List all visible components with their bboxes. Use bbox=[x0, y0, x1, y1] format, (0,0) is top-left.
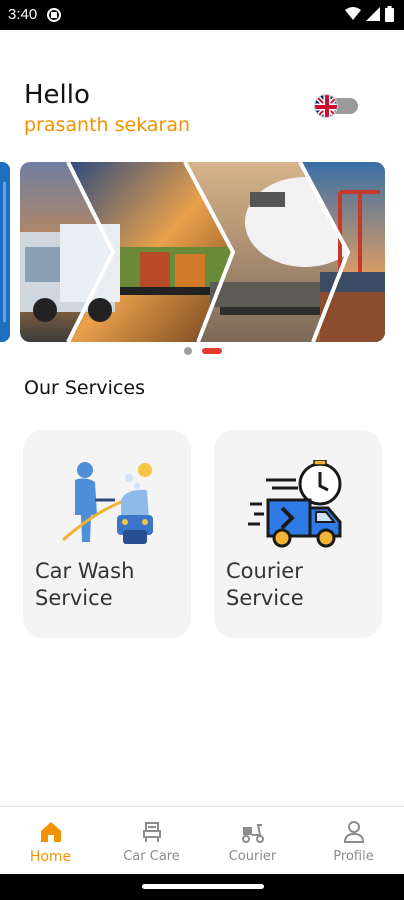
carousel-indicator bbox=[0, 346, 404, 356]
hello-text: Hello bbox=[24, 80, 90, 110]
car-wash-service-label: Car Wash Service bbox=[35, 559, 135, 610]
system-gesture-bar bbox=[0, 874, 404, 900]
car-wash-service-card[interactable]: Car Wash Service bbox=[23, 430, 191, 638]
language-toggle[interactable] bbox=[314, 94, 358, 118]
banner-slide[interactable] bbox=[20, 162, 385, 342]
nav-item-profile[interactable]: Profile bbox=[303, 807, 404, 875]
courier-truck-icon bbox=[248, 460, 342, 548]
carousel-dot-1[interactable] bbox=[184, 347, 192, 355]
uk-flag-icon bbox=[314, 94, 338, 118]
carousel-dot-2-active[interactable] bbox=[202, 348, 222, 354]
signal-icon bbox=[366, 7, 380, 21]
user-name: prasanth sekaran bbox=[24, 114, 191, 136]
nav-label-car-care: Car Care bbox=[123, 849, 180, 864]
nav-label-courier: Courier bbox=[228, 849, 277, 864]
bottom-navigation: Home Car Care Courier Profile bbox=[0, 806, 404, 874]
home-gesture-handle[interactable] bbox=[142, 884, 264, 889]
status-icons bbox=[345, 6, 394, 22]
nav-label-profile: Profile bbox=[333, 849, 374, 864]
nav-item-home[interactable]: Home bbox=[0, 807, 101, 875]
courier-service-card[interactable]: Courier Service bbox=[214, 430, 382, 638]
wifi-icon bbox=[345, 7, 361, 20]
scooter-icon bbox=[242, 824, 264, 843]
battery-icon bbox=[385, 6, 394, 22]
banner-previous-slide[interactable] bbox=[0, 162, 10, 342]
home-icon bbox=[41, 822, 61, 842]
greeting-block: Hello prasanth sekaran bbox=[24, 80, 190, 136]
nav-label-home: Home bbox=[29, 849, 72, 865]
status-time: 3:40 bbox=[8, 6, 38, 23]
nav-item-car-care[interactable]: Car Care bbox=[101, 807, 202, 875]
services-title: Our Services bbox=[24, 377, 145, 399]
car-wash-icon bbox=[62, 462, 153, 544]
notification-icon bbox=[47, 8, 61, 22]
person-icon bbox=[343, 821, 365, 843]
logistics-banner-image bbox=[20, 162, 385, 342]
nav-item-courier[interactable]: Courier bbox=[202, 807, 303, 875]
car-seat-icon bbox=[143, 822, 161, 842]
courier-service-label: Courier Service bbox=[226, 559, 304, 610]
status-bar: 3:40 bbox=[0, 0, 404, 30]
